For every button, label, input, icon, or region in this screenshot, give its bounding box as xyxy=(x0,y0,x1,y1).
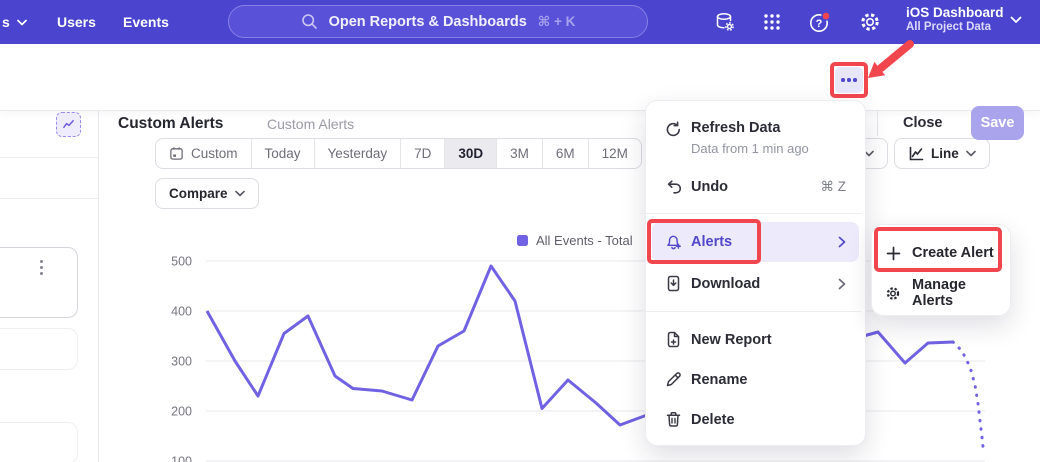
sidebar-card[interactable] xyxy=(0,247,78,318)
chevron-down-icon xyxy=(1010,16,1022,24)
sidebar-divider xyxy=(0,157,99,158)
trash-icon xyxy=(665,411,682,428)
chevron-down-icon xyxy=(966,150,976,157)
divider xyxy=(877,110,878,136)
chevron-down-icon xyxy=(17,19,27,26)
svg-text:200: 200 xyxy=(171,405,192,419)
nav-item-users[interactable]: Users xyxy=(57,0,96,44)
sidebar-card[interactable] xyxy=(0,422,78,462)
legend-swatch xyxy=(517,235,528,246)
submenu-item-manage-alerts[interactable]: Manage Alerts xyxy=(872,273,1010,313)
calendar-icon xyxy=(169,146,184,161)
help-button[interactable]: ? xyxy=(807,9,833,35)
pencil-icon xyxy=(665,371,682,388)
data-management-button[interactable] xyxy=(712,9,738,35)
menu-divider xyxy=(640,311,861,312)
menu-item-download[interactable]: Download xyxy=(652,264,859,303)
apps-grid-icon xyxy=(761,11,783,33)
save-button[interactable]: Save xyxy=(971,106,1024,140)
menu-item-refresh-data[interactable]: Refresh Data Data from 1 min ago xyxy=(652,111,859,163)
plus-icon xyxy=(886,246,901,261)
more-options-menu: Refresh Data Data from 1 min ago Undo ⌘ … xyxy=(645,100,866,446)
menu-item-delete[interactable]: Delete xyxy=(652,400,859,439)
range-7d[interactable]: 7D xyxy=(400,139,444,168)
chevron-right-icon xyxy=(838,278,846,290)
range-12m[interactable]: 12M xyxy=(588,139,641,168)
apps-button[interactable] xyxy=(759,9,785,35)
download-icon xyxy=(665,275,682,292)
notification-badge xyxy=(822,12,830,20)
breadcrumb: Custom Alerts xyxy=(267,116,354,132)
compare-button[interactable]: Compare xyxy=(155,178,259,209)
undo-icon xyxy=(665,178,682,195)
settings-button[interactable] xyxy=(857,9,883,35)
help-icon: ? xyxy=(807,9,833,35)
svg-text:?: ? xyxy=(816,18,823,30)
range-today[interactable]: Today xyxy=(251,139,314,168)
report-type-icon xyxy=(56,112,81,137)
chart-type-button[interactable]: Line xyxy=(894,138,990,169)
svg-text:500: 500 xyxy=(171,255,192,269)
gear-icon xyxy=(885,285,901,302)
chevron-down-icon xyxy=(235,190,245,197)
search-shortcut: ⌘ + K xyxy=(538,14,576,30)
app-root: 100 200 300 400 500 All Events - Total Custo… xyxy=(0,0,1040,462)
menu-item-alerts[interactable]: Alerts xyxy=(652,222,859,262)
range-3m[interactable]: 3M xyxy=(496,139,542,168)
search-icon xyxy=(301,13,318,30)
menu-divider xyxy=(640,213,861,214)
nav-item-partial[interactable]: s xyxy=(2,0,27,44)
range-yesterday[interactable]: Yesterday xyxy=(314,139,401,168)
data-icon xyxy=(713,10,737,34)
date-range-segmented-control: Custom Today Yesterday 7D 30D 3M 6M 12M xyxy=(155,138,642,169)
menu-item-rename[interactable]: Rename xyxy=(652,360,859,399)
svg-text:100: 100 xyxy=(171,455,192,462)
submenu-item-create-alert[interactable]: Create Alert xyxy=(872,233,1010,273)
undo-shortcut: ⌘ Z xyxy=(821,179,847,195)
global-search-input[interactable]: Open Reports & Dashboards ⌘ + K xyxy=(228,5,648,38)
kebab-menu-icon[interactable] xyxy=(40,260,43,275)
menu-item-new-report[interactable]: New Report xyxy=(652,320,859,359)
legend-label: All Events - Total xyxy=(536,233,633,248)
more-button-annotation-box xyxy=(830,62,868,98)
search-placeholder: Open Reports & Dashboards xyxy=(329,14,527,30)
svg-text:400: 400 xyxy=(171,305,192,319)
close-button[interactable]: Close xyxy=(903,115,943,131)
new-report-icon xyxy=(665,331,682,348)
refresh-caption: Data from 1 min ago xyxy=(691,141,809,156)
alerts-submenu: Create Alert Manage Alerts xyxy=(871,224,1011,316)
report-header: Custom Alerts Custom Alerts GV Duplicate… xyxy=(0,44,1040,110)
range-30d-selected[interactable]: 30D xyxy=(444,139,496,168)
line-chart-icon xyxy=(908,146,924,162)
chevron-right-icon xyxy=(838,236,846,248)
sidebar-card[interactable] xyxy=(0,328,78,370)
settings-gear-icon xyxy=(858,10,882,34)
chart-legend: All Events - Total xyxy=(517,233,633,248)
menu-item-undo[interactable]: Undo ⌘ Z xyxy=(652,167,859,206)
refresh-icon xyxy=(665,121,682,138)
nav-item-events[interactable]: Events xyxy=(123,0,169,44)
bell-plus-icon xyxy=(665,233,682,251)
top-navbar: s Users Events Open Reports & Dashboards… xyxy=(0,0,1040,44)
mini-chart-icon xyxy=(62,118,75,131)
range-6m[interactable]: 6M xyxy=(542,139,588,168)
more-options-button[interactable] xyxy=(835,67,863,93)
sidebar-panel xyxy=(0,110,99,462)
page-title: Custom Alerts xyxy=(118,115,223,133)
sidebar-divider xyxy=(0,198,99,199)
svg-text:300: 300 xyxy=(171,355,192,369)
range-custom[interactable]: Custom xyxy=(156,139,251,168)
